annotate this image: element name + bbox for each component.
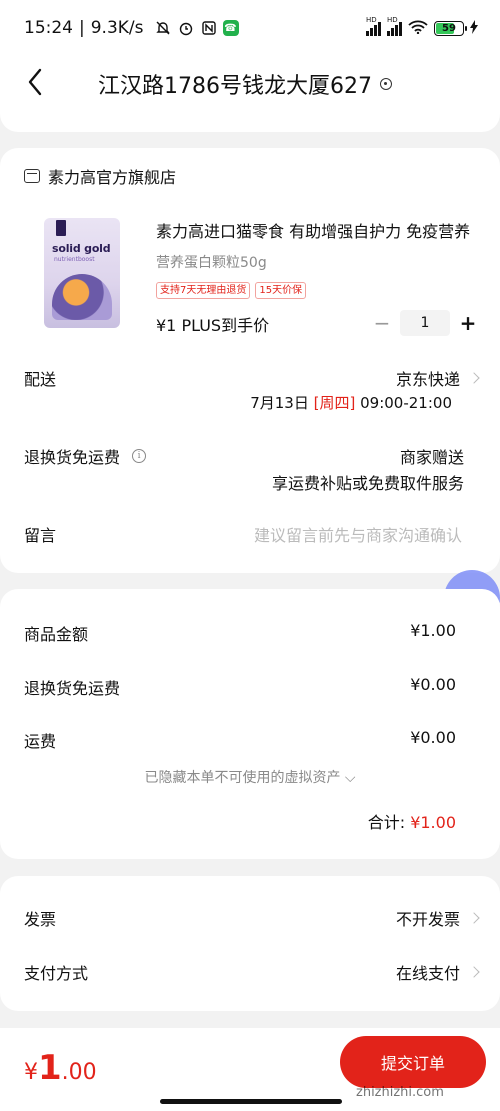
pay-yen: ¥ (24, 1060, 38, 1085)
pay-amount: ¥ 1 .00 (24, 1048, 97, 1088)
nfc-icon (200, 19, 218, 37)
status-right: HD HD 59 (366, 16, 478, 37)
payment-value: 在线支付 (395, 964, 460, 983)
invoice-selector[interactable]: 不开发票 (395, 906, 480, 930)
signal-label-2: HD (387, 15, 398, 24)
return-shipping-value: 商家赠送 (399, 448, 464, 467)
quantity-stepper: − 1 + (372, 310, 478, 336)
alarm-icon (177, 19, 195, 37)
amount-card: 商品金额 ¥1.00 退换货免运费 ¥0.00 运费 ¥0.00 已隐藏本单不可… (0, 589, 500, 859)
product-tags: 支持7天无理由退货 15天价保 (156, 282, 307, 299)
product-title[interactable]: 素力高进口猫零食 有助增强自护力 免疫营养 (156, 218, 472, 242)
invoice-label: 发票 (24, 910, 57, 929)
status-time: 15:24 (24, 18, 73, 38)
hidden-assets-toggle[interactable]: 已隐藏本单不可使用的虚拟资产 ⌵ (0, 767, 500, 787)
product-image-sub: nutrientboost (54, 256, 95, 263)
total-row: 合计: ¥1.00 (368, 809, 456, 833)
payment-selector[interactable]: 在线支付 (395, 960, 480, 984)
invoice-value: 不开发票 (395, 910, 460, 929)
payment-label: 支付方式 (24, 964, 89, 983)
return-fee-value: ¥0.00 (410, 675, 456, 694)
pay-int: 1 (38, 1048, 62, 1088)
signal-icon-2: HD (387, 16, 402, 36)
chevron-right-icon (468, 966, 480, 978)
delivery-carrier: 京东快递 (395, 370, 460, 389)
product-image[interactable]: solid gold nutrientboost (44, 218, 120, 328)
delivery-date: 7月13日 (250, 394, 309, 412)
delivery-hours: 09:00-21:00 (360, 394, 452, 412)
amount-row-goods: 商品金额 ¥1.00 (24, 621, 456, 645)
product-spec: 营养蛋白颗粒50g (156, 255, 267, 271)
wifi-icon (408, 20, 428, 37)
pay-dec: .00 (61, 1060, 97, 1085)
shop-name: 素力高官方旗舰店 (48, 168, 177, 187)
status-net-speed: 9.3K/s (90, 18, 144, 38)
submit-order-button[interactable]: 提交订单 (340, 1036, 486, 1088)
goods-amount-label: 商品金额 (24, 625, 89, 644)
charging-icon (470, 20, 478, 37)
chevron-right-icon (468, 912, 480, 924)
back-button[interactable] (20, 64, 50, 100)
return-shipping-row: 退换货免运费 i (24, 444, 147, 468)
address-text: 江汉路1786号钱龙大厦627 (98, 74, 372, 99)
total-value: ¥1.00 (410, 813, 456, 832)
chevron-right-icon (468, 372, 480, 384)
back-arrow-icon (28, 68, 42, 96)
return-shipping-label: 退换货免运费 (24, 448, 121, 467)
memo-label: 留言 (24, 526, 57, 545)
location-pin-icon (379, 78, 392, 90)
freight-label: 运费 (24, 732, 57, 751)
delivery-selector[interactable]: 京东快递 (395, 366, 480, 390)
invoice-payment-card: 发票 不开发票 支付方式 在线支付 (0, 876, 500, 1011)
return-shipping-desc: 享运费补贴或免费取件服务 (271, 474, 464, 493)
status-icons: ☎ (154, 19, 239, 37)
decrease-button[interactable]: − (372, 311, 392, 335)
signal-icon: HD (366, 16, 381, 36)
status-left: 15:24 | 9.3K/s ☎ (24, 18, 239, 38)
battery-icon: 59 (434, 21, 467, 36)
order-shop-card: 素力高官方旗舰店 solid gold nutrientboost 素力高进口猫… (0, 148, 500, 573)
increase-button[interactable]: + (458, 311, 478, 335)
amount-row-return-shipping: 退换货免运费 ¥0.00 (24, 675, 456, 699)
tag-return: 支持7天无理由退货 (156, 282, 251, 299)
status-separator: | (79, 18, 85, 38)
signal-label: HD (366, 15, 377, 24)
battery-level: 59 (442, 23, 456, 34)
amount-row-freight: 运费 ¥0.00 (24, 728, 456, 752)
freight-value: ¥0.00 (410, 728, 456, 747)
delivery-time: 7月13日 [周四] 09:00-21:00 (250, 392, 452, 413)
wechat-icon: ☎ (222, 20, 239, 36)
info-icon[interactable]: i (132, 449, 147, 463)
goods-amount-value: ¥1.00 (410, 621, 456, 640)
tag-price-protect: 15天价保 (255, 282, 307, 299)
product-image-brand: solid gold (52, 242, 111, 255)
memo-input[interactable]: 建议留言前先与商家沟通确认 (254, 522, 462, 546)
total-label: 合计: (367, 813, 406, 832)
product-price: ¥1 PLUS到手价 (156, 316, 270, 335)
status-bar: 15:24 | 9.3K/s ☎ HD HD 59 (0, 0, 500, 60)
return-fee-label: 退换货免运费 (24, 679, 121, 698)
mute-icon (154, 19, 172, 37)
quantity-input[interactable]: 1 (400, 310, 450, 336)
home-indicator[interactable] (160, 1099, 342, 1104)
header: 江汉路1786号钱龙大厦627 (0, 60, 500, 132)
watermark: zhizhizhi.com (356, 1085, 444, 1100)
delivery-weekday: [周四] (313, 394, 356, 412)
address-selector[interactable]: 江汉路1786号钱龙大厦627 (98, 68, 392, 100)
delivery-label: 配送 (24, 370, 57, 389)
store-icon (24, 169, 40, 183)
shop-header[interactable]: 素力高官方旗舰店 (24, 164, 176, 188)
